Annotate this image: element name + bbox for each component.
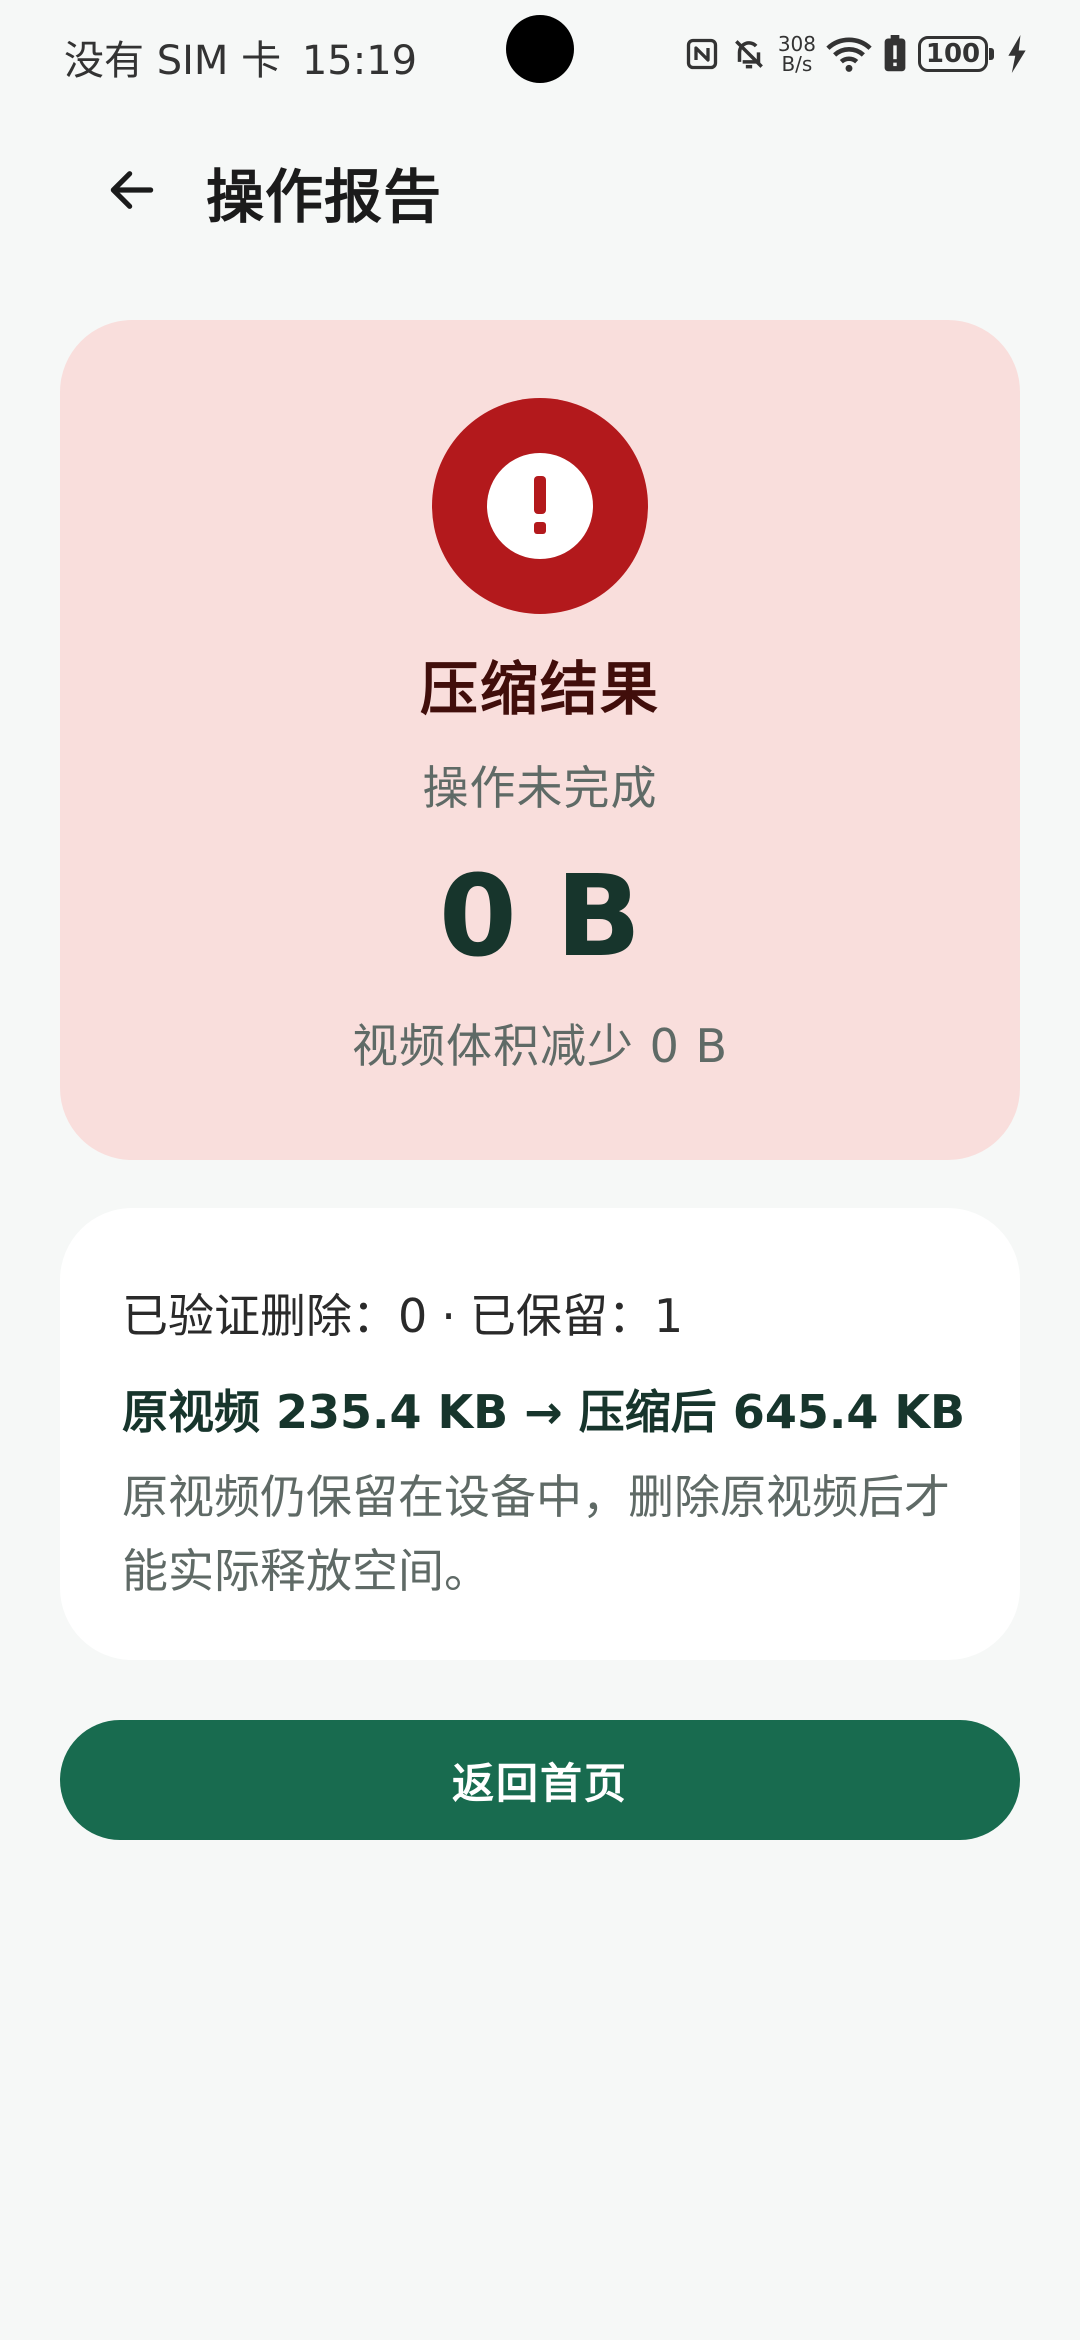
exclamation-icon bbox=[487, 453, 593, 559]
status-time: 15:19 bbox=[301, 38, 418, 84]
alert-badge bbox=[432, 398, 648, 614]
result-size: 0 B bbox=[438, 852, 642, 982]
result-title: 压缩结果 bbox=[419, 655, 660, 723]
return-home-label: 返回首页 bbox=[451, 1758, 628, 1808]
result-card: 压缩结果 操作未完成 0 B 视频体积减少 0 B bbox=[60, 320, 1020, 1160]
carrier-text: 没有 SIM 卡 bbox=[64, 38, 282, 84]
status-left: 没有 SIM 卡 15:19 bbox=[64, 28, 417, 86]
return-home-button[interactable]: 返回首页 bbox=[60, 1720, 1020, 1840]
verified-deleted-value: 0 bbox=[398, 1289, 428, 1343]
battery-indicator: 100 bbox=[918, 36, 994, 72]
wifi-icon bbox=[826, 34, 872, 74]
net-speed-unit: B/s bbox=[781, 52, 813, 76]
size-comparison: 原视频 235.4 KB → 压缩后 645.4 KB bbox=[122, 1385, 966, 1439]
battery-level: 100 bbox=[925, 39, 981, 69]
kept-label: 已保留： bbox=[469, 1289, 654, 1343]
camera-cutout bbox=[506, 15, 574, 83]
verified-deleted-label: 已验证删除： bbox=[122, 1289, 398, 1343]
bell-off-icon bbox=[730, 35, 768, 73]
kept-value: 1 bbox=[653, 1289, 684, 1343]
status-bar: 没有 SIM 卡 15:19 308 B/s 100 bbox=[0, 0, 1080, 110]
net-speed: 308 B/s bbox=[778, 34, 816, 74]
result-reduced: 视频体积减少 0 B bbox=[351, 1019, 729, 1073]
battery-alert-icon bbox=[882, 35, 908, 73]
arrow-left-icon bbox=[110, 171, 154, 209]
nfc-icon bbox=[684, 36, 720, 72]
info-stats: 已验证删除：0 · 已保留：1 bbox=[122, 1280, 683, 1346]
status-right: 308 B/s 100 bbox=[684, 26, 1028, 82]
page-title: 操作报告 bbox=[206, 163, 443, 231]
bolt-icon bbox=[1006, 35, 1028, 73]
info-card: 已验证删除：0 · 已保留：1 原视频 235.4 KB → 压缩后 645.4 K… bbox=[60, 1208, 1020, 1660]
stats-separator: · bbox=[441, 1289, 456, 1343]
back-button[interactable] bbox=[96, 154, 168, 226]
info-note: 原视频仍保留在设备中，删除原视频后才能实际释放空间。 bbox=[122, 1470, 950, 1598]
result-subtitle: 操作未完成 bbox=[422, 761, 658, 815]
